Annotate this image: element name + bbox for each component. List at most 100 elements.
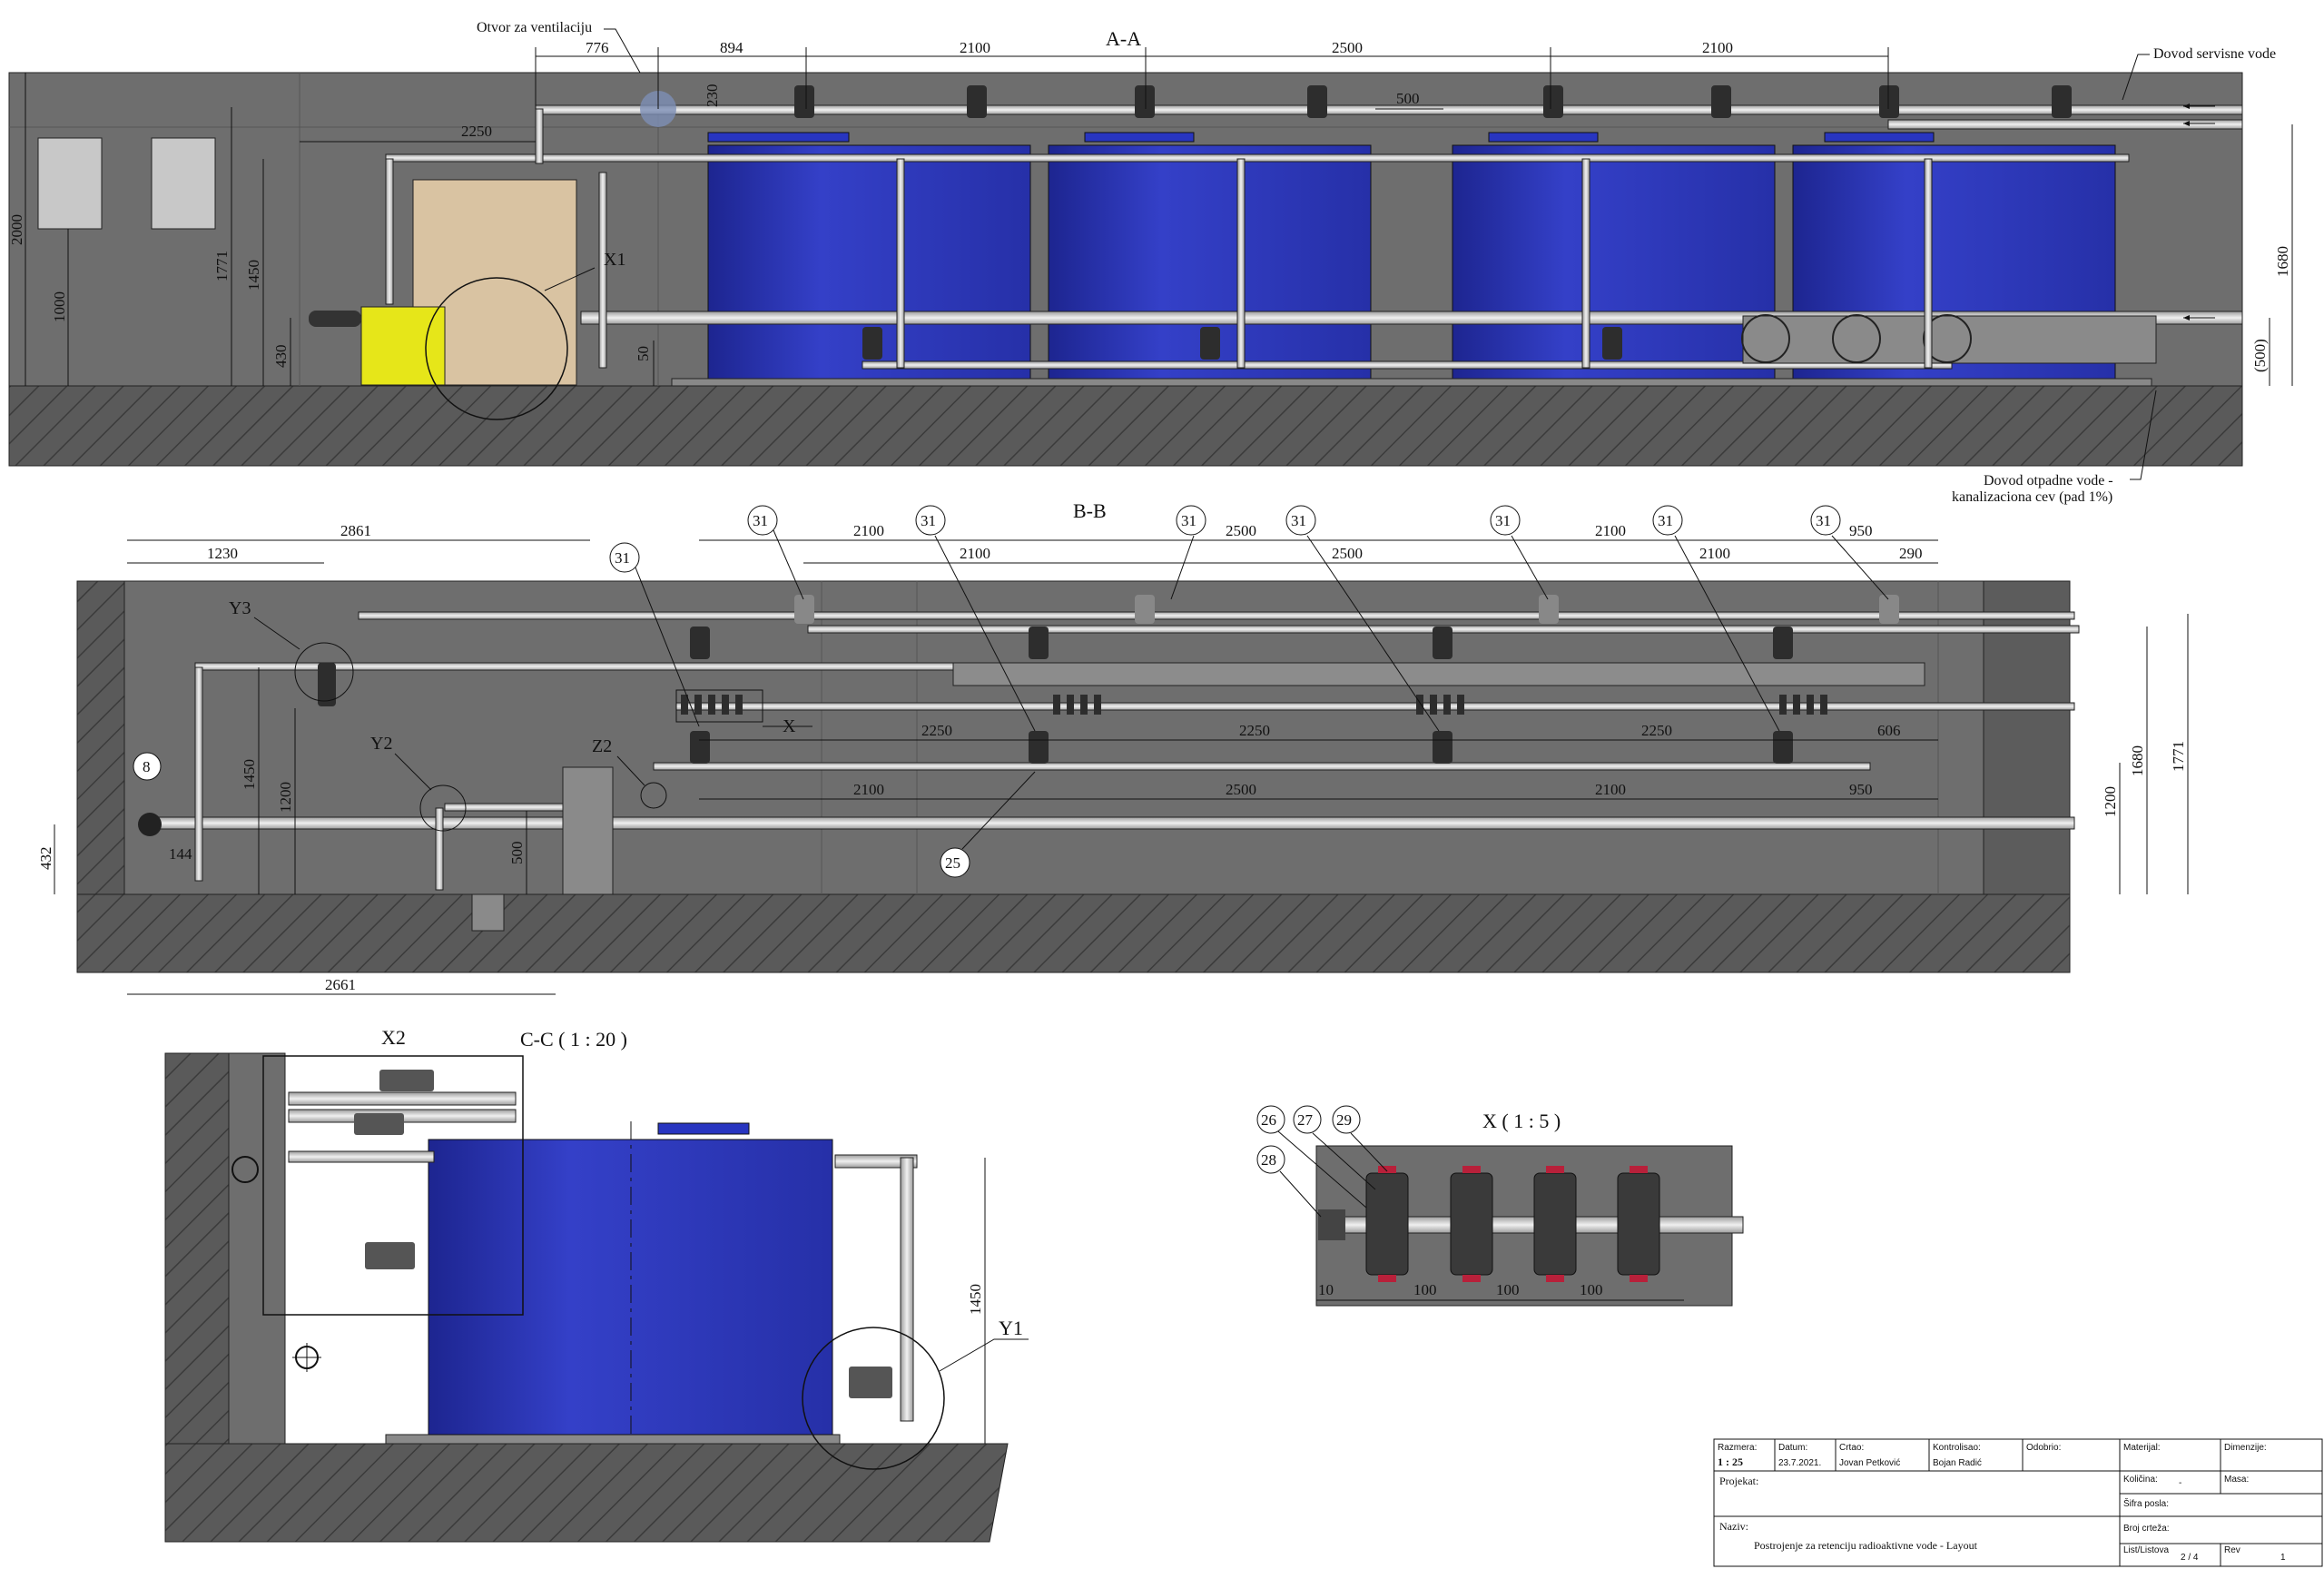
svg-text:8: 8 — [143, 758, 151, 775]
svg-text:25: 25 — [945, 854, 960, 872]
aa-dim-2100-a: 2100 — [960, 39, 990, 56]
cc-callout-y1: Y1 — [999, 1317, 1023, 1339]
svg-text:31: 31 — [1658, 512, 1673, 529]
aa-callout-ventilation: Otvor za ventilaciju — [477, 20, 592, 35]
bb-dim-144: 144 — [169, 845, 192, 863]
aa-callout-x1: X1 — [604, 250, 625, 270]
aa-service-water-pipe — [1887, 119, 2243, 130]
x-balloon-26: 26 — [1261, 1111, 1276, 1129]
aa-window-left — [37, 137, 103, 230]
x-dim-100-b: 100 — [1496, 1281, 1520, 1298]
bb-top-row1-1: 2500 — [1226, 522, 1256, 539]
bb-top-row2-0: 2100 — [960, 545, 990, 562]
x-balloon-27: 27 — [1297, 1111, 1314, 1129]
bb-callout-y2: Y2 — [370, 734, 392, 754]
aa-callout-service-water: Dovod servisne vode — [2153, 46, 2276, 62]
bb-top-row1-0: 2100 — [853, 522, 884, 539]
bb-low-3: 950 — [1849, 781, 1873, 798]
aa-dim-2500: 2500 — [1332, 39, 1363, 56]
tb-rev-label: Rev — [2224, 1545, 2240, 1555]
bb-title: B-B — [1073, 499, 1107, 522]
title-block: Razmera: 1 : 25 Datum: 23.7.2021. Crtao:… — [1713, 1438, 2323, 1567]
svg-text:31: 31 — [615, 549, 630, 567]
aa-title: A-A — [1106, 27, 1141, 50]
bb-mid-2: 2250 — [1641, 722, 1672, 739]
x-dim-100-c: 100 — [1580, 1281, 1603, 1298]
aa-dim-230: 230 — [704, 84, 721, 108]
svg-text:31: 31 — [1181, 512, 1196, 529]
aa-dim-1771: 1771 — [213, 251, 231, 281]
tb-razmera-label: Razmera: — [1718, 1443, 1757, 1453]
bb-top-row2-1: 2500 — [1332, 545, 1363, 562]
cc-floor — [164, 1443, 1009, 1543]
tb-naziv-label: Naziv: — [1719, 1520, 1748, 1533]
tb-naziv: Postrojenje za retenciju radioaktivne vo… — [1754, 1539, 1978, 1552]
x-title: X ( 1 : 5 ) — [1482, 1110, 1561, 1132]
bb-mid-3: 606 — [1877, 722, 1901, 739]
tb-list: 2 / 4 — [2181, 1553, 2199, 1563]
aa-dim-894: 894 — [720, 39, 743, 56]
bb-right-1771: 1771 — [2170, 741, 2187, 772]
aa-dim-2000: 2000 — [8, 214, 25, 245]
tb-kontrolisao: Bojan Radić — [1933, 1458, 1982, 1468]
aa-dim-776: 776 — [586, 39, 609, 56]
aa-dim-2100-b: 2100 — [1702, 39, 1733, 56]
aa-floor — [8, 385, 2243, 467]
bb-top-row1-2: 2100 — [1595, 522, 1626, 539]
svg-text:31: 31 — [753, 512, 768, 529]
tb-crtao-label: Crtao: — [1839, 1443, 1864, 1453]
x-dim-100-a: 100 — [1413, 1281, 1437, 1298]
tb-kontrolisao-label: Kontrolisao: — [1933, 1443, 1981, 1453]
tb-rev: 1 — [2280, 1553, 2286, 1563]
tb-materijal-label: Materijal: — [2123, 1443, 2161, 1453]
bb-top-row1-3: 950 — [1849, 522, 1873, 539]
svg-text:31: 31 — [1816, 512, 1831, 529]
bb-dim-2861: 2861 — [340, 522, 371, 539]
tb-projekat-label: Projekat: — [1719, 1475, 1758, 1487]
x-dim-10: 10 — [1318, 1281, 1334, 1298]
tb-datum-label: Datum: — [1778, 1443, 1807, 1453]
aa-second-pipe — [385, 153, 2130, 163]
section-cc: C-C ( 1 : 20 ) X2 Y1 1450 — [164, 1026, 1029, 1543]
bb-dim-2661: 2661 — [325, 976, 356, 993]
svg-text:31: 31 — [921, 512, 936, 529]
bb-mid-0: 2250 — [921, 722, 952, 739]
section-bb: B-B Y3 Y2 Z2 X 31 31 31 31 31 31 31 31 8… — [37, 499, 2189, 995]
bb-floor — [76, 893, 2071, 973]
cc-callout-x2: X2 — [381, 1026, 406, 1049]
aa-callout-waste-water-2: kanalizaciona cev (pad 1%) — [1952, 489, 2112, 505]
tb-broj-label: Broj crteža: — [2123, 1524, 2170, 1534]
aa-dim-1450: 1450 — [245, 260, 262, 291]
tb-odobrio-label: Odobrio: — [2026, 1443, 2061, 1453]
tb-sifra-label: Šifra posla: — [2123, 1497, 2169, 1509]
bb-callout-z2: Z2 — [592, 736, 612, 756]
bb-low-1: 2500 — [1226, 781, 1256, 798]
tb-crtao: Jovan Petković — [1839, 1458, 1900, 1468]
cc-dim-1450: 1450 — [967, 1284, 984, 1315]
bb-left-wall — [76, 580, 125, 895]
tb-razmera: 1 : 25 — [1718, 1456, 1743, 1468]
tb-kolicina-label: Količina: — [2123, 1475, 2158, 1485]
aa-dim-2250: 2250 — [461, 123, 492, 140]
aa-dim-430: 430 — [272, 345, 290, 369]
bb-callout-y3: Y3 — [229, 598, 251, 618]
svg-text:31: 31 — [1291, 512, 1306, 529]
technical-drawing: A-A Otvor za ventilaciju Dovod servisne … — [8, 20, 2323, 1567]
tb-datum: 23.7.2021. — [1778, 1458, 1821, 1468]
aa-dim-1680: 1680 — [2274, 246, 2291, 277]
aa-top-pipe — [535, 104, 2243, 115]
bb-dim-432: 432 — [37, 847, 54, 871]
aa-dim-500-paren: (500) — [2251, 339, 2269, 372]
cc-title: C-C ( 1 : 20 ) — [520, 1028, 627, 1051]
bb-main-pipe — [144, 816, 2075, 830]
bb-top-row2-3: 290 — [1899, 545, 1923, 562]
tb-list-label: List/Listova — [2123, 1545, 2169, 1555]
aa-waste-water-pipe — [1742, 315, 2157, 364]
bb-dim-1450: 1450 — [241, 759, 258, 790]
cc-wall-hatch — [164, 1052, 230, 1445]
x-balloon-29: 29 — [1336, 1111, 1352, 1129]
section-aa: A-A Otvor za ventilaciju Dovod servisne … — [8, 20, 2293, 505]
bb-low-0: 2100 — [853, 781, 884, 798]
bb-dim-500: 500 — [508, 842, 526, 865]
aa-callout-waste-water-1: Dovod otpadne vode - — [1984, 473, 2113, 488]
